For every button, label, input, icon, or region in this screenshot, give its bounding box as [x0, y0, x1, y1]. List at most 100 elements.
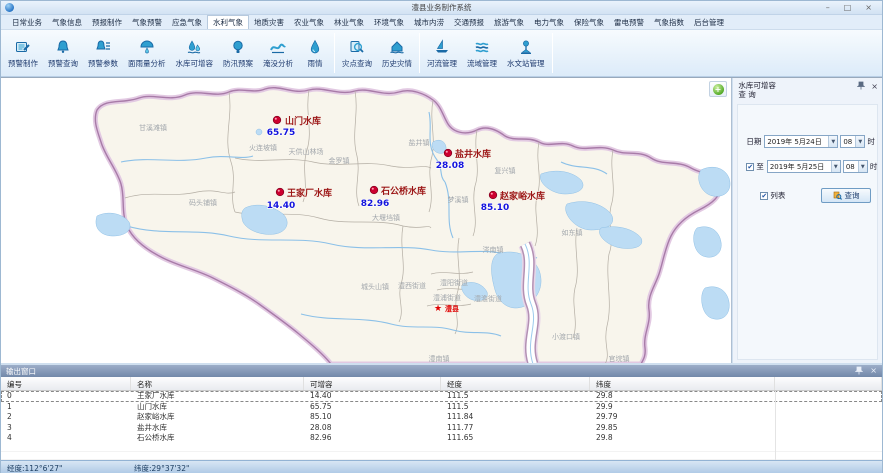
menu-bar: 日常业务 气象信息 预报制作 气象预警 应急气象 水利气象 地质灾害 农业气象 … — [1, 15, 882, 30]
tab-daily[interactable]: 日常业务 — [7, 15, 47, 29]
query-button[interactable]: 查询 — [821, 188, 871, 203]
warning-make-button[interactable]: 预警制作 — [3, 30, 43, 76]
svg-text:82.96: 82.96 — [361, 199, 389, 209]
rain-info-button[interactable]: 雨情 — [298, 30, 332, 76]
col-id[interactable]: 编号 — [1, 377, 131, 390]
tab-env-weather[interactable]: 环境气象 — [369, 15, 409, 29]
tab-lightning[interactable]: 雷电预警 — [609, 15, 649, 29]
river-mgmt-button[interactable]: 河流管理 — [422, 30, 462, 76]
submerge-analysis-button[interactable]: 淹没分析 — [258, 30, 298, 76]
basin-waves-icon — [472, 37, 492, 57]
close-button[interactable]: × — [865, 3, 872, 12]
svg-text:14.40: 14.40 — [267, 201, 295, 211]
county-boundary — [95, 88, 719, 364]
svg-text:盐井镇: 盐井镇 — [409, 138, 430, 147]
submerge-wave-icon — [268, 37, 288, 57]
svg-text:天供山林场: 天供山林场 — [289, 147, 324, 156]
status-latitude: 纬度:29°37'32" — [134, 463, 189, 473]
table-row[interactable]: 3盐井水库 28.08111.77 29.85 — [1, 423, 882, 434]
tab-geo-disaster[interactable]: 地质灾害 — [249, 15, 289, 29]
plus-icon: + — [713, 84, 724, 95]
table-row[interactable]: 4石公桥水库 82.96111.65 29.8 — [1, 433, 882, 444]
hydro-station-mgmt-button[interactable]: 水文站管理 — [502, 30, 550, 76]
list-checkbox[interactable]: ✔ — [760, 192, 768, 200]
reservoir-capacity-icon — [184, 37, 204, 57]
warning-params-button[interactable]: 预警参数 — [83, 30, 123, 76]
tab-tourism[interactable]: 旅游气象 — [489, 15, 529, 29]
map-view[interactable]: 甘溪滩镇 码头铺镇 火连坡镇 天供山林场 金罗镇 盐井镇 复兴镇 梦溪镇 大堰垱… — [1, 78, 732, 364]
raindrop-icon — [305, 37, 325, 57]
svg-text:赵家峪水库: 赵家峪水库 — [499, 190, 545, 202]
col-capacity[interactable]: 可增容 — [304, 377, 441, 390]
map-add-button[interactable]: + — [709, 81, 727, 97]
to-date-select[interactable]: 2019年 5月25日 ▼ — [767, 160, 841, 173]
close-icon[interactable]: × — [871, 82, 878, 91]
pin-icon[interactable] — [857, 81, 865, 92]
tab-power[interactable]: 电力气象 — [529, 15, 569, 29]
toolbar: 预警制作 预警查询 预警参数 面雨量分析 水库可增容 — [1, 30, 882, 77]
svg-text:澧浦街道: 澧浦街道 — [433, 293, 461, 302]
tab-weather-info[interactable]: 气象信息 — [47, 15, 87, 29]
history-disaster-button[interactable]: 历史灾情 — [377, 30, 417, 76]
query-icon — [833, 191, 842, 200]
flood-plan-bulb-icon — [228, 37, 248, 57]
warning-query-button[interactable]: 预警查询 — [43, 30, 83, 76]
col-latitude[interactable]: 纬度 — [590, 377, 775, 390]
tab-emergency[interactable]: 应急气象 — [167, 15, 207, 29]
status-longitude: 经度:112°6'27" — [7, 463, 62, 473]
basin-mgmt-button[interactable]: 流域管理 — [462, 30, 502, 76]
tab-urban-flood[interactable]: 城市内涝 — [409, 15, 449, 29]
table-edge — [775, 391, 776, 460]
from-hour-select[interactable]: 08 ▼ — [840, 135, 865, 148]
alert-bell-icon — [53, 37, 73, 57]
svg-text:火连坡镇: 火连坡镇 — [249, 143, 277, 152]
maximize-button[interactable]: □ — [844, 3, 852, 12]
chevron-down-icon: ▼ — [828, 136, 837, 147]
tab-agri-weather[interactable]: 农业气象 — [289, 15, 329, 29]
col-longitude[interactable]: 经度 — [441, 377, 590, 390]
output-title: 输出窗口 — [6, 366, 36, 377]
svg-text:澧阳街道: 澧阳街道 — [440, 278, 468, 287]
county-seat-marker: ★ 澧县 — [434, 304, 459, 314]
table-row-empty — [1, 452, 882, 460]
tab-insurance[interactable]: 保险气象 — [569, 15, 609, 29]
tab-weather-index[interactable]: 气象指数 — [649, 15, 689, 29]
query-form: 日期 2019年 5月24日 ▼ 08 ▼ 时 ✔ 至 2019年 5月2 — [737, 104, 878, 360]
toolbar-separator — [334, 33, 335, 73]
to-checkbox[interactable]: ✔ — [746, 163, 754, 171]
table-row[interactable]: 2赵家峪水库 85.10111.84 29.79 — [1, 412, 882, 423]
col-name[interactable]: 名称 — [131, 377, 304, 390]
svg-text:官垸镇: 官垸镇 — [609, 354, 630, 363]
minimize-button[interactable]: – — [826, 3, 830, 12]
svg-text:山门水库: 山门水库 — [285, 115, 321, 127]
to-hour-select[interactable]: 08 ▼ — [843, 160, 868, 173]
table-row-empty — [1, 444, 882, 452]
svg-text:小渡口镇: 小渡口镇 — [552, 332, 580, 341]
county-map-svg: 甘溪滩镇 码头铺镇 火连坡镇 天供山林场 金罗镇 盐井镇 复兴镇 梦溪镇 大堰垱… — [1, 78, 732, 364]
tab-forecast-make[interactable]: 预报制作 — [87, 15, 127, 29]
from-date-select[interactable]: 2019年 5月24日 ▼ — [764, 135, 838, 148]
table-row[interactable]: 0王家厂水库 14.40111.5 29.8 — [1, 391, 882, 402]
tab-weather-warning[interactable]: 气象预警 — [127, 15, 167, 29]
tab-forest-weather[interactable]: 林业气象 — [329, 15, 369, 29]
svg-text:复兴镇: 复兴镇 — [495, 166, 516, 175]
reservoir-capacity-button[interactable]: 水库可增容 — [171, 30, 219, 76]
svg-text:28.08: 28.08 — [436, 161, 464, 171]
flood-plan-button[interactable]: 防汛预案 — [218, 30, 258, 76]
close-icon[interactable]: × — [870, 366, 877, 377]
tab-water-weather[interactable]: 水利气象 — [207, 15, 249, 29]
river-corridor — [525, 244, 534, 364]
svg-text:城头山镇: 城头山镇 — [361, 282, 389, 291]
pin-icon[interactable] — [855, 366, 863, 377]
tab-backend[interactable]: 后台管理 — [689, 15, 729, 29]
rainfall-analysis-button[interactable]: 面雨量分析 — [123, 30, 171, 76]
tab-traffic[interactable]: 交通预报 — [449, 15, 489, 29]
disaster-point-query-button[interactable]: 灾点查询 — [337, 30, 377, 76]
table-row[interactable]: 1山门水库 65.75111.5 29.9 — [1, 402, 882, 413]
main-area: 甘溪滩镇 码头铺镇 火连坡镇 天供山林场 金罗镇 盐井镇 复兴镇 梦溪镇 大堰垱… — [1, 77, 882, 363]
svg-text:王家厂水库: 王家厂水库 — [287, 187, 332, 199]
svg-text:石公桥水库: 石公桥水库 — [380, 185, 426, 197]
toolbar-group-disaster: 灾点查询 历史灾情 — [337, 30, 417, 76]
toolbar-separator — [419, 33, 420, 73]
status-bar: 经度:112°6'27" 纬度:29°37'32" — [1, 460, 882, 473]
